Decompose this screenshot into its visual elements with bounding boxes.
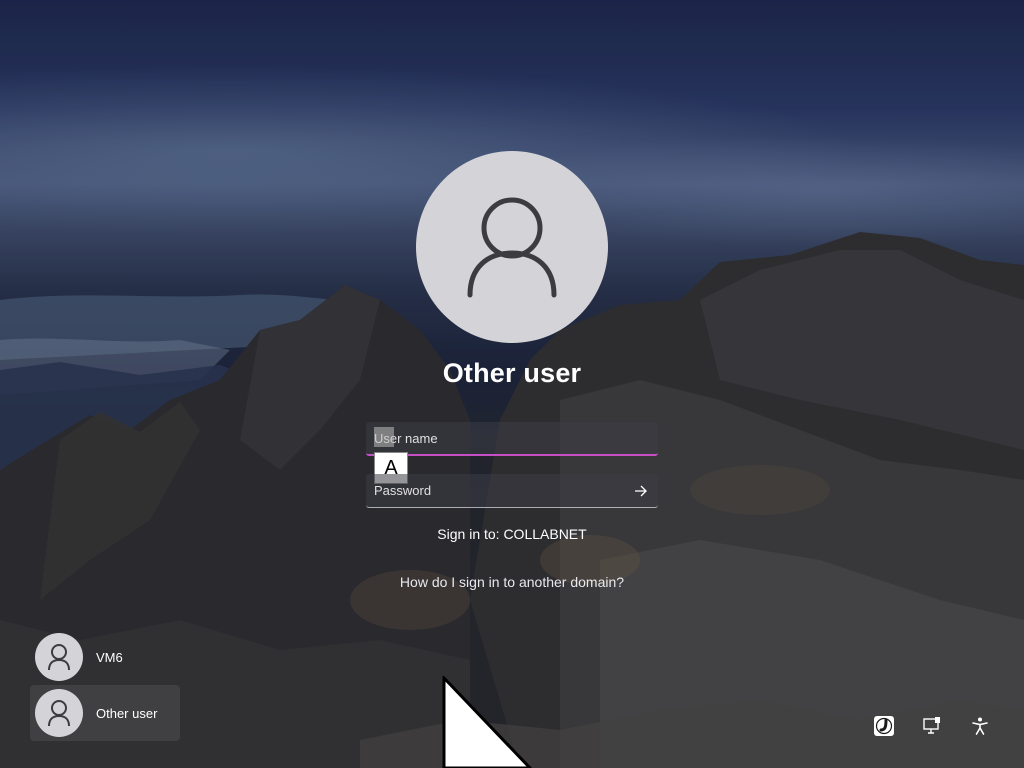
person-icon [467,197,557,298]
submit-button[interactable] [624,474,658,507]
user-list-item-other-user[interactable]: Other user [30,685,180,741]
remote-desktop-button[interactable] [920,714,944,738]
user-avatar-large [416,151,608,343]
other-domain-link[interactable]: How do I sign in to another domain? [0,574,1024,590]
username-input[interactable] [366,422,658,454]
accessibility-icon [972,717,988,735]
sign-in-domain-text: Sign in to: COLLABNET [437,526,587,542]
mouse-pointer-icon [442,676,532,768]
user-list-item-vm6[interactable]: VM6 [30,629,180,685]
network-button[interactable] [872,714,896,738]
text-caret [374,427,394,447]
arrow-right-icon [635,485,647,496]
user-list-label: Other user [96,705,158,721]
person-icon [48,700,70,727]
accessibility-button[interactable] [968,714,992,738]
user-avatar-small [35,633,83,681]
account-display-name: Other user [442,358,582,388]
username-field-wrapper [366,422,658,456]
user-avatar-small [35,689,83,737]
password-input[interactable] [366,474,624,507]
user-list-label: VM6 [96,649,123,665]
network-icon [874,716,894,736]
remote-desktop-icon [923,717,940,734]
person-icon [48,644,70,671]
password-field-wrapper [366,474,658,508]
